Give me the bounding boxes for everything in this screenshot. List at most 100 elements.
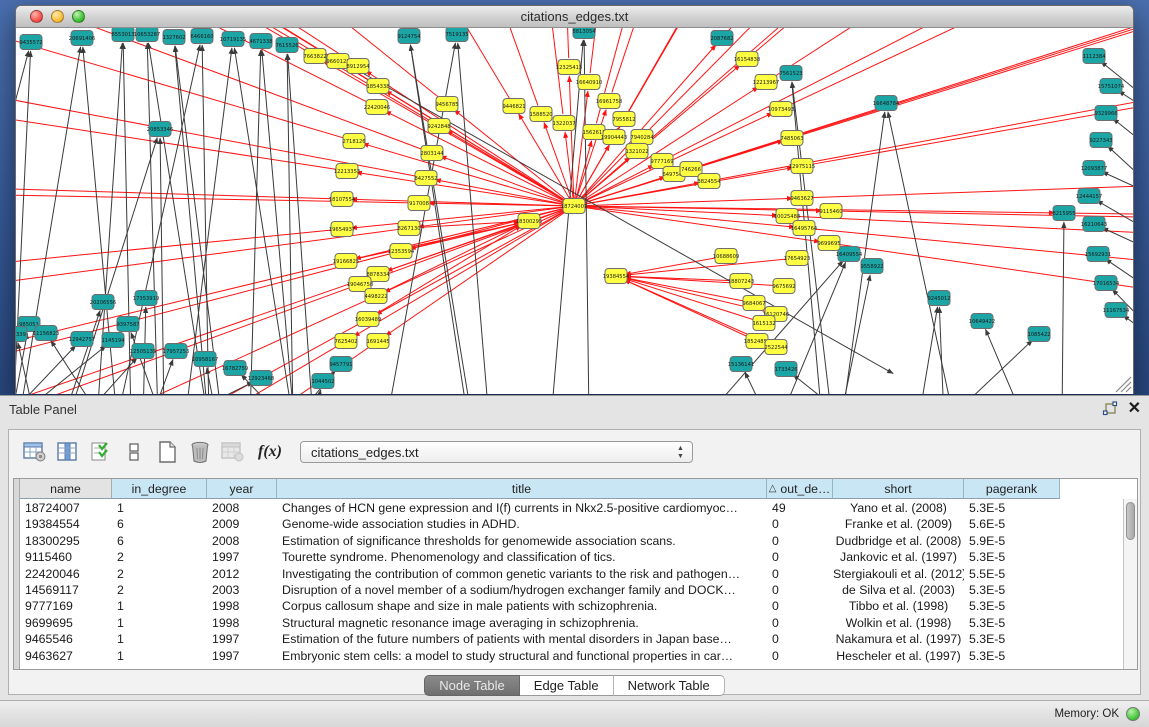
graph-node-label: 15751074 <box>1098 84 1125 90</box>
table-cell: Jankovic et al. (1997) <box>833 550 964 566</box>
graph-node-label: 1044502 <box>311 379 334 385</box>
row-height-button[interactable] <box>120 438 148 466</box>
column-header-in_degree[interactable]: in_degree <box>112 479 207 499</box>
table-cell: Stergiakouli et al. (2012) <box>833 567 964 583</box>
column-header-year[interactable]: year <box>207 479 277 499</box>
column-header-pagerank[interactable]: pagerank <box>964 479 1060 499</box>
graph-edge <box>234 48 293 394</box>
graph-node-label: 10973493 <box>768 107 794 113</box>
table-cell: 19384554 <box>20 517 112 533</box>
graph-node-label: 2718126 <box>342 139 365 145</box>
network-graph[interactable]: 9435572206914068553013106532871327602646… <box>16 28 1133 394</box>
graph-node-label: 9675692 <box>772 284 795 290</box>
resize-grip-icon[interactable] <box>1116 377 1131 392</box>
table-row[interactable]: 946554611997Estimation of the future num… <box>20 632 1123 648</box>
edge-passthrough <box>774 28 1133 77</box>
table-panel: Table Panel ✕ <box>0 395 1149 700</box>
graph-node-label: 16495764 <box>791 226 818 232</box>
graph-node-label: 931339 <box>16 332 26 338</box>
table-header-row: namein_degreeyeartitle△out_de…shortpager… <box>20 479 1137 499</box>
table-row[interactable]: 969969511998Structural magnetic resonanc… <box>20 616 1123 632</box>
network-canvas[interactable]: 9435572206914068553013106532871327602646… <box>16 28 1133 394</box>
table-cell: de Silva et al. (2003) <box>833 583 964 599</box>
table-row[interactable]: 977716911998Corpus callosum shape and si… <box>20 599 1123 615</box>
network-select-dropdown[interactable]: citations_edges.txt ▲▼ <box>300 441 693 463</box>
show-column-button[interactable] <box>54 438 82 466</box>
network-window[interactable]: citations_edges.txt 94355722069140685530… <box>15 5 1134 394</box>
graph-edge <box>410 206 574 249</box>
new-document-icon <box>156 440 178 464</box>
graph-node-label: 12923468 <box>248 376 274 382</box>
tab-node-table[interactable]: Node Table <box>424 675 520 696</box>
table-cell: 5.9E-5 <box>964 534 1060 550</box>
table-row[interactable]: 1872400712008Changes of HCN gene express… <box>20 501 1123 517</box>
tab-network-table[interactable]: Network Table <box>614 675 725 696</box>
memory-status-label: Memory: OK <box>1054 708 1119 720</box>
graph-node-label: 9245012 <box>927 296 950 302</box>
table-cell: Dudbridge et al. (2008) <box>833 534 964 550</box>
column-header-out_de[interactable]: △out_de… <box>767 479 833 499</box>
table-cell: 18300295 <box>20 534 112 550</box>
tab-edge-table[interactable]: Edge Table <box>520 675 614 696</box>
new-table-button[interactable] <box>153 438 181 466</box>
table-cell: 0 <box>767 583 833 599</box>
table-toolbar: f(x) citations_edges.txt ▲▼ <box>9 430 1140 474</box>
graph-edge <box>151 359 173 394</box>
column-header-title[interactable]: title <box>277 479 767 499</box>
graph-node-label: 10958167 <box>192 357 218 363</box>
table-cell: 0 <box>767 550 833 566</box>
status-bar: Memory: OK <box>0 700 1149 727</box>
delete-table-button[interactable] <box>219 438 247 466</box>
graph-node-label: 12353594 <box>388 249 415 255</box>
table-cell: 49 <box>767 501 833 517</box>
function-builder-button[interactable]: f(x) <box>258 443 282 461</box>
table-settings-button[interactable] <box>21 438 49 466</box>
select-columns-button[interactable] <box>87 438 115 466</box>
delete-button[interactable] <box>186 438 214 466</box>
graph-node-label: 9457791 <box>329 362 352 368</box>
graph-node-label: 19046758 <box>347 282 373 288</box>
vertical-scrollbar[interactable] <box>1123 499 1137 669</box>
column-header-name[interactable]: name <box>20 479 112 499</box>
scrollbar-thumb[interactable] <box>1126 502 1135 540</box>
table-row[interactable]: 2242004622012Investigating the contribut… <box>20 567 1123 583</box>
graph-node-label: 8427552 <box>414 176 437 182</box>
close-panel-icon[interactable]: ✕ <box>1128 401 1141 417</box>
table-row[interactable]: 1938455462009Genome-wide association stu… <box>20 517 1123 533</box>
graph-node-label: 1322037 <box>552 121 575 127</box>
graph-node-label: 8267130 <box>397 226 420 232</box>
table-row[interactable]: 946362711997Embryonic stem cells: a mode… <box>20 649 1123 665</box>
table-row[interactable]: 911546021997Tourette syndrome. Phenomeno… <box>20 550 1123 566</box>
edge-passthrough <box>16 28 424 150</box>
graph-node-label: 17016534 <box>1093 281 1120 287</box>
table-row[interactable]: 1830029562008Estimation of significance … <box>20 534 1123 550</box>
graph-node-label: 9456785 <box>435 102 458 108</box>
table-row[interactable]: 1456911722003Disruption of a novel membe… <box>20 583 1123 599</box>
graph-edge <box>584 40 589 394</box>
table-cell: 5.5E-5 <box>964 567 1060 583</box>
trash-icon <box>189 440 211 464</box>
table-cell: 9465546 <box>20 632 112 648</box>
graph-node-label: 9115460 <box>819 209 842 215</box>
edge-passthrough <box>619 28 1066 129</box>
edge-passthrough <box>789 28 1133 105</box>
graph-node-label: 12213967 <box>753 80 779 86</box>
table-cell: Nakamura et al. (1997) <box>833 632 964 648</box>
table-cell: 2009 <box>207 517 277 533</box>
graph-node-label: 1588520 <box>529 112 552 118</box>
network-window-title: citations_edges.txt <box>16 9 1133 24</box>
edge-passthrough <box>16 28 417 176</box>
graph-node-label: 9124754 <box>397 34 421 40</box>
table-cell: 1 <box>112 501 207 517</box>
memory-ok-led <box>1126 707 1140 721</box>
table-cell: Structural magnetic resonance image aver… <box>277 616 767 632</box>
graph-node-label: 7485063 <box>780 136 803 142</box>
graph-node-label: 20206556 <box>90 300 116 306</box>
graph-node-label: 7940284 <box>630 135 654 141</box>
graph-edge <box>16 51 31 394</box>
checklist-icon <box>90 441 112 463</box>
network-window-titlebar[interactable]: citations_edges.txt <box>16 6 1133 28</box>
column-header-short[interactable]: short <box>833 479 964 499</box>
table-panel-title: Table Panel <box>9 402 77 417</box>
float-panel-icon[interactable] <box>1102 401 1118 417</box>
